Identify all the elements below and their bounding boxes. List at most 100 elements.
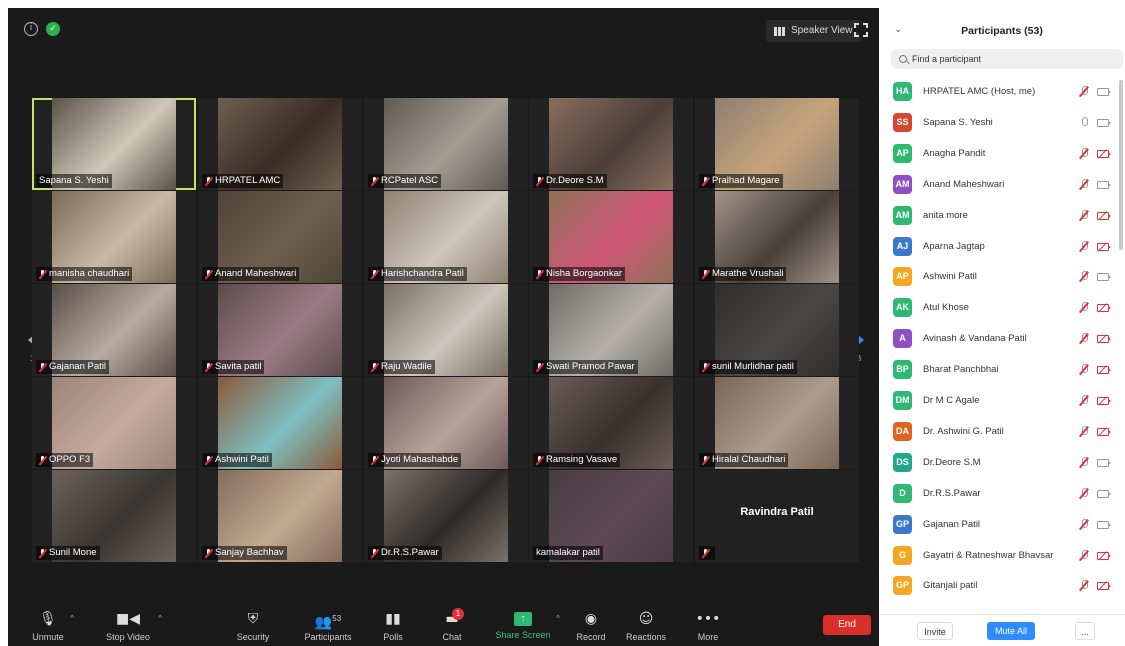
- video-tile[interactable]: Raju Wadile: [364, 284, 528, 376]
- video-options-caret-icon[interactable]: ^: [158, 614, 162, 623]
- panel-more-button[interactable]: ...: [1075, 622, 1095, 640]
- muted-mic-icon: [536, 455, 543, 465]
- participant-row[interactable]: AM Anand Maheshwari: [879, 169, 1119, 200]
- participant-list: HA HRPATEL AMC (Host, me) SS Sapana S. Yesh…: [879, 76, 1119, 604]
- tile-participant-name: Raju Wadile: [381, 361, 432, 372]
- video-tile[interactable]: manisha chaudhari: [32, 191, 196, 283]
- record-button[interactable]: ◉ Record: [568, 610, 614, 646]
- video-tile[interactable]: Ramsing Vasave: [529, 377, 693, 469]
- unmute-label: Unmute: [32, 632, 64, 642]
- video-tile[interactable]: kamalakar patil: [529, 470, 693, 562]
- video-off-icon: [1097, 335, 1111, 344]
- zoom-window: i ✓ Speaker View 1/3 1/3 Sapana S. Yeshi…: [8, 8, 1125, 646]
- muted-mic-icon: [1079, 580, 1089, 591]
- video-tile[interactable]: OPPO F3: [32, 377, 196, 469]
- tile-name-label: Sunil Mone: [36, 546, 100, 560]
- reactions-button[interactable]: ☺ Reactions: [619, 610, 673, 646]
- more-dots-icon: •••: [695, 611, 721, 627]
- participant-row[interactable]: GP Gitanjali patil: [879, 570, 1119, 601]
- participant-row[interactable]: AK Atul Khose: [879, 292, 1119, 323]
- tile-participant-name: Gajanan Patil: [49, 361, 107, 372]
- participant-row[interactable]: A Avinash & Vandana Patil: [879, 323, 1119, 354]
- video-tile[interactable]: Swati Pramod Pawar: [529, 284, 693, 376]
- mic-icon: [1079, 116, 1089, 128]
- participant-row[interactable]: DS Dr.Deore S.M: [879, 447, 1119, 478]
- share-options-caret-icon[interactable]: ^: [556, 614, 560, 623]
- tile-participant-name: Hiralal Chaudhari: [712, 454, 786, 465]
- participant-name: Dr. Ashwini G. Patil: [923, 425, 1004, 437]
- video-tile[interactable]: Sunil Mone: [32, 470, 196, 562]
- tile-participant-name: Nisha Borgaonkar: [546, 268, 623, 279]
- tile-participant-name: Dr.Deore S.M: [546, 175, 604, 186]
- muted-mic-icon: [205, 362, 212, 372]
- stop-video-button[interactable]: ■◀ Stop Video ^: [96, 610, 162, 646]
- participant-row[interactable]: D Dr.R.S.Pawar: [879, 478, 1119, 509]
- video-tile[interactable]: Dr.Deore S.M: [529, 98, 693, 190]
- video-tile[interactable]: Hiralal Chaudhari: [695, 377, 859, 469]
- speaker-view-icon: [774, 26, 786, 36]
- tile-participant-name: Savita patil: [215, 361, 262, 372]
- muted-mic-icon: [1079, 209, 1089, 221]
- participant-search-input[interactable]: [912, 54, 1112, 64]
- video-tile[interactable]: Gajanan Patil: [32, 284, 196, 376]
- video-tile[interactable]: Pralhad Magare: [695, 98, 859, 190]
- tile-name-label: Sapana S. Yeshi: [36, 174, 112, 188]
- participant-display-name: Ravindra Patil: [740, 506, 814, 518]
- video-tile[interactable]: Savita patil: [198, 284, 362, 376]
- search-icon: [899, 55, 907, 63]
- unmute-button[interactable]: 🎙 Unmute ^: [26, 610, 74, 646]
- speaker-view-button[interactable]: Speaker View: [766, 20, 861, 42]
- meeting-toolbar: 🎙 Unmute ^ ■◀ Stop Video ^ ⛨ Security 👥5…: [8, 606, 879, 646]
- fullscreen-icon[interactable]: [853, 22, 869, 38]
- share-screen-button[interactable]: ↑ Share Screen ^: [484, 610, 562, 646]
- video-tile[interactable]: Jyoti Mahashabde: [364, 377, 528, 469]
- reactions-label: Reactions: [625, 632, 667, 642]
- video-tile[interactable]: Harishchandra Patil: [364, 191, 528, 283]
- polls-button[interactable]: ▮▮ Polls: [371, 610, 415, 646]
- video-tile[interactable]: sunil Murlidhar patil: [695, 284, 859, 376]
- tile-participant-name: Sunil Mone: [49, 547, 97, 558]
- video-tile[interactable]: HRPATEL AMC: [198, 98, 362, 190]
- participant-row[interactable]: DA Dr. Ashwini G. Patil: [879, 416, 1119, 447]
- end-meeting-button[interactable]: End: [823, 615, 871, 635]
- security-button[interactable]: ⛨ Security: [230, 610, 276, 646]
- participant-search-box[interactable]: [891, 49, 1123, 69]
- video-tile[interactable]: Sanjay Bachhav: [198, 470, 362, 562]
- tile-name-label: HRPATEL AMC: [202, 174, 284, 188]
- muted-mic-icon: [1079, 518, 1089, 530]
- video-tile[interactable]: Ashwini Patil: [198, 377, 362, 469]
- participants-button[interactable]: 👥53 Participants: [291, 610, 365, 646]
- encryption-shield-icon[interactable]: ✓: [46, 22, 60, 36]
- video-tile[interactable]: Ravindra Patil: [695, 470, 859, 562]
- participant-row[interactable]: AP Anagha Pandit: [879, 138, 1119, 169]
- more-button[interactable]: ••• More: [688, 610, 728, 646]
- participant-row[interactable]: BP Bharat Panchbhai: [879, 354, 1119, 385]
- audio-options-caret-icon[interactable]: ^: [70, 614, 74, 623]
- mute-all-button[interactable]: Mute All: [987, 622, 1035, 640]
- video-tile[interactable]: Sapana S. Yeshi: [32, 98, 196, 190]
- tile-name-label: Raju Wadile: [368, 360, 435, 374]
- participant-row[interactable]: HA HRPATEL AMC (Host, me): [879, 76, 1119, 107]
- participant-row[interactable]: DM Dr M C Agale: [879, 385, 1119, 416]
- participant-row[interactable]: AP Ashwini Patil: [879, 261, 1119, 292]
- participant-row[interactable]: SS Sapana S. Yeshi: [879, 107, 1119, 138]
- participant-row[interactable]: GP Gajanan Patil: [879, 509, 1119, 540]
- tile-name-label: kamalakar patil: [533, 546, 603, 560]
- participant-row[interactable]: AM anita more: [879, 200, 1119, 231]
- invite-button[interactable]: Invite: [917, 622, 953, 640]
- participant-row[interactable]: G Gayatri & Ratneshwar Bhavsar: [879, 540, 1119, 571]
- muted-mic-icon: [536, 176, 543, 186]
- video-tile[interactable]: Nisha Borgaonkar: [529, 191, 693, 283]
- avatar: G: [893, 545, 912, 565]
- video-tile[interactable]: RCPatel ASC: [364, 98, 528, 190]
- participant-list-scrollbar[interactable]: [1119, 80, 1123, 250]
- tile-participant-name: Sapana S. Yeshi: [39, 175, 109, 186]
- muted-mic-icon: [1079, 86, 1089, 97]
- video-tile[interactable]: Marathe Vrushali: [695, 191, 859, 283]
- video-tile[interactable]: Anand Maheshwari: [198, 191, 362, 283]
- participant-row[interactable]: AJ Aparna Jagtap: [879, 231, 1119, 262]
- video-tile[interactable]: Dr.R.S.Pawar: [364, 470, 528, 562]
- chat-button[interactable]: ▬ 1 Chat: [430, 608, 474, 646]
- participant-name: Gayatri & Ratneshwar Bhavsar: [923, 549, 1054, 561]
- info-icon[interactable]: i: [24, 22, 38, 36]
